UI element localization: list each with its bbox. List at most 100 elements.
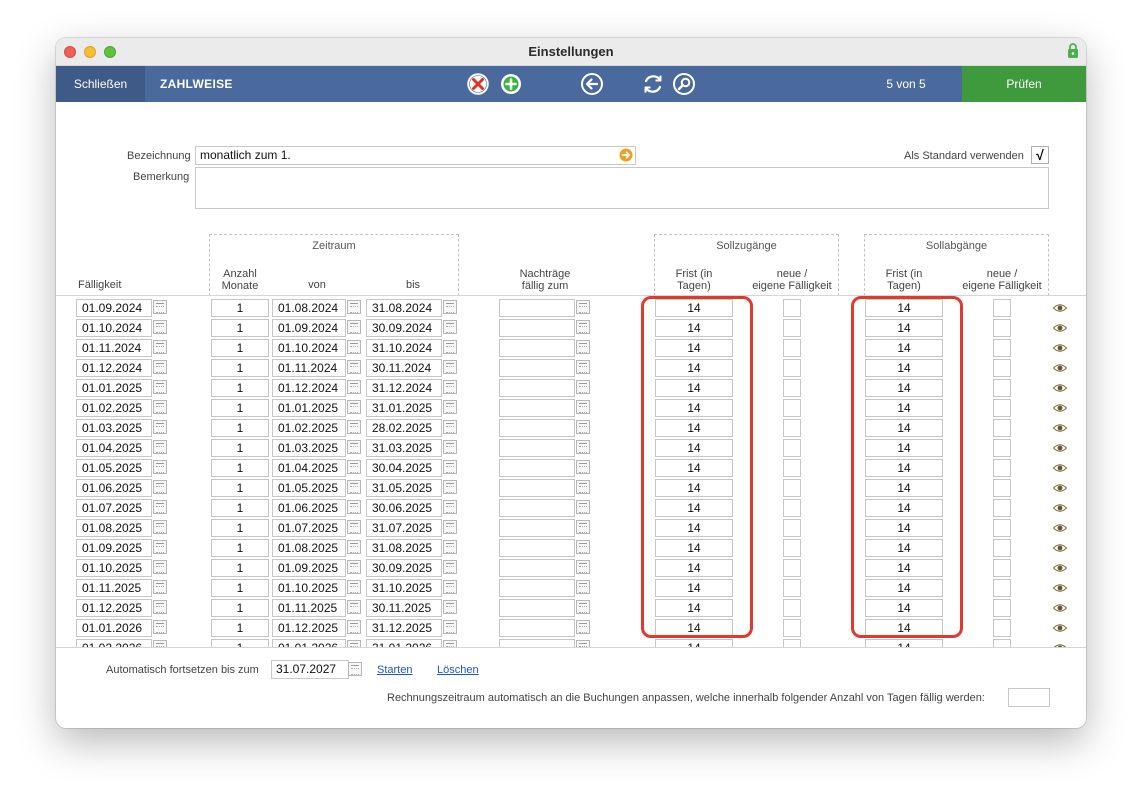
bezeichnung-input[interactable]: monatlich zum 1.: [195, 146, 636, 165]
calendar-icon[interactable]: [153, 400, 167, 414]
calendar-icon[interactable]: [153, 420, 167, 434]
bis-input[interactable]: 30.11.2024: [366, 359, 442, 377]
bis-input[interactable]: 30.11.2025: [366, 599, 442, 617]
neue-faelligkeit-ab-checkbox[interactable]: [993, 459, 1011, 477]
nachtraege-input[interactable]: [499, 639, 575, 647]
neue-faelligkeit-zu-checkbox[interactable]: [783, 619, 801, 637]
calendar-icon[interactable]: [347, 540, 361, 554]
bis-input[interactable]: 31.01.2026: [366, 639, 442, 647]
neue-faelligkeit-zu-checkbox[interactable]: [783, 299, 801, 317]
calendar-icon[interactable]: [443, 300, 457, 314]
bis-input[interactable]: 31.12.2025: [366, 619, 442, 637]
neue-faelligkeit-ab-checkbox[interactable]: [993, 519, 1011, 537]
von-input[interactable]: 01.08.2024: [272, 299, 346, 317]
nachtraege-input[interactable]: [499, 439, 575, 457]
neue-faelligkeit-ab-checkbox[interactable]: [993, 419, 1011, 437]
calendar-icon[interactable]: [576, 480, 590, 494]
anzahl-monate-input[interactable]: 1: [211, 519, 269, 537]
calendar-icon[interactable]: [576, 340, 590, 354]
calendar-icon[interactable]: [347, 600, 361, 614]
von-input[interactable]: 01.11.2024: [272, 359, 346, 377]
neue-faelligkeit-ab-checkbox[interactable]: [993, 319, 1011, 337]
calendar-icon[interactable]: [576, 320, 590, 334]
bis-input[interactable]: 30.09.2025: [366, 559, 442, 577]
calendar-icon[interactable]: [443, 640, 457, 647]
faelligkeit-input[interactable]: 01.07.2025: [76, 499, 152, 517]
eye-icon[interactable]: [1053, 483, 1067, 493]
neue-faelligkeit-zu-checkbox[interactable]: [783, 599, 801, 617]
calendar-icon[interactable]: [347, 360, 361, 374]
calendar-icon[interactable]: [443, 580, 457, 594]
bis-input[interactable]: 31.10.2024: [366, 339, 442, 357]
faelligkeit-input[interactable]: 01.02.2026: [76, 639, 152, 647]
faelligkeit-input[interactable]: 01.02.2025: [76, 399, 152, 417]
bis-input[interactable]: 31.08.2024: [366, 299, 442, 317]
neue-faelligkeit-ab-checkbox[interactable]: [993, 619, 1011, 637]
calendar-icon[interactable]: [576, 640, 590, 647]
calendar-icon[interactable]: [347, 480, 361, 494]
bis-input[interactable]: 31.08.2025: [366, 539, 442, 557]
calendar-icon[interactable]: [153, 600, 167, 614]
faelligkeit-input[interactable]: 01.11.2025: [76, 579, 152, 597]
calendar-icon[interactable]: [576, 560, 590, 574]
von-input[interactable]: 01.04.2025: [272, 459, 346, 477]
faelligkeit-input[interactable]: 01.10.2024: [76, 319, 152, 337]
von-input[interactable]: 01.03.2025: [272, 439, 346, 457]
neue-faelligkeit-zu-checkbox[interactable]: [783, 399, 801, 417]
anzahl-monate-input[interactable]: 1: [211, 499, 269, 517]
bis-input[interactable]: 30.04.2025: [366, 459, 442, 477]
nachtraege-input[interactable]: [499, 379, 575, 397]
standard-checkbox[interactable]: √: [1031, 146, 1049, 164]
calendar-icon[interactable]: [576, 520, 590, 534]
von-input[interactable]: 01.10.2024: [272, 339, 346, 357]
eye-icon[interactable]: [1053, 523, 1067, 533]
calendar-icon[interactable]: [347, 580, 361, 594]
nachtraege-input[interactable]: [499, 299, 575, 317]
calendar-icon[interactable]: [576, 440, 590, 454]
neue-faelligkeit-zu-checkbox[interactable]: [783, 479, 801, 497]
anzahl-monate-input[interactable]: 1: [211, 399, 269, 417]
calendar-icon[interactable]: [576, 620, 590, 634]
calendar-icon[interactable]: [443, 380, 457, 394]
nachtraege-input[interactable]: [499, 599, 575, 617]
von-input[interactable]: 01.06.2025: [272, 499, 346, 517]
anzahl-monate-input[interactable]: 1: [211, 639, 269, 647]
calendar-icon[interactable]: [347, 380, 361, 394]
neue-faelligkeit-ab-checkbox[interactable]: [993, 539, 1011, 557]
neue-faelligkeit-ab-checkbox[interactable]: [993, 639, 1011, 647]
bis-input[interactable]: 28.02.2025: [366, 419, 442, 437]
eye-icon[interactable]: [1053, 583, 1067, 593]
calendar-icon[interactable]: [347, 420, 361, 434]
arrow-right-circle-icon[interactable]: [619, 148, 633, 162]
bis-input[interactable]: 30.06.2025: [366, 499, 442, 517]
delete-icon[interactable]: [466, 72, 490, 96]
von-input[interactable]: 01.01.2026: [272, 639, 346, 647]
calendar-icon[interactable]: [347, 340, 361, 354]
calendar-icon[interactable]: [153, 460, 167, 474]
von-input[interactable]: 01.10.2025: [272, 579, 346, 597]
calendar-icon[interactable]: [443, 480, 457, 494]
nachtraege-input[interactable]: [499, 479, 575, 497]
nachtraege-input[interactable]: [499, 419, 575, 437]
calendar-icon[interactable]: [443, 360, 457, 374]
bis-input[interactable]: 31.10.2025: [366, 579, 442, 597]
calendar-icon[interactable]: [153, 480, 167, 494]
eye-icon[interactable]: [1053, 603, 1067, 613]
calendar-icon[interactable]: [576, 400, 590, 414]
neue-faelligkeit-zu-checkbox[interactable]: [783, 539, 801, 557]
bemerkung-textarea[interactable]: [195, 167, 1049, 209]
anzahl-monate-input[interactable]: 1: [211, 359, 269, 377]
eye-icon[interactable]: [1053, 423, 1067, 433]
search-icon[interactable]: [672, 72, 696, 96]
calendar-icon[interactable]: [347, 520, 361, 534]
calendar-icon[interactable]: [153, 360, 167, 374]
neue-faelligkeit-ab-checkbox[interactable]: [993, 339, 1011, 357]
back-arrow-icon[interactable]: [580, 72, 604, 96]
calendar-icon[interactable]: [347, 300, 361, 314]
neue-faelligkeit-zu-checkbox[interactable]: [783, 579, 801, 597]
nachtraege-input[interactable]: [499, 499, 575, 517]
nachtraege-input[interactable]: [499, 359, 575, 377]
calendar-icon[interactable]: [576, 540, 590, 554]
von-input[interactable]: 01.05.2025: [272, 479, 346, 497]
von-input[interactable]: 01.09.2025: [272, 559, 346, 577]
